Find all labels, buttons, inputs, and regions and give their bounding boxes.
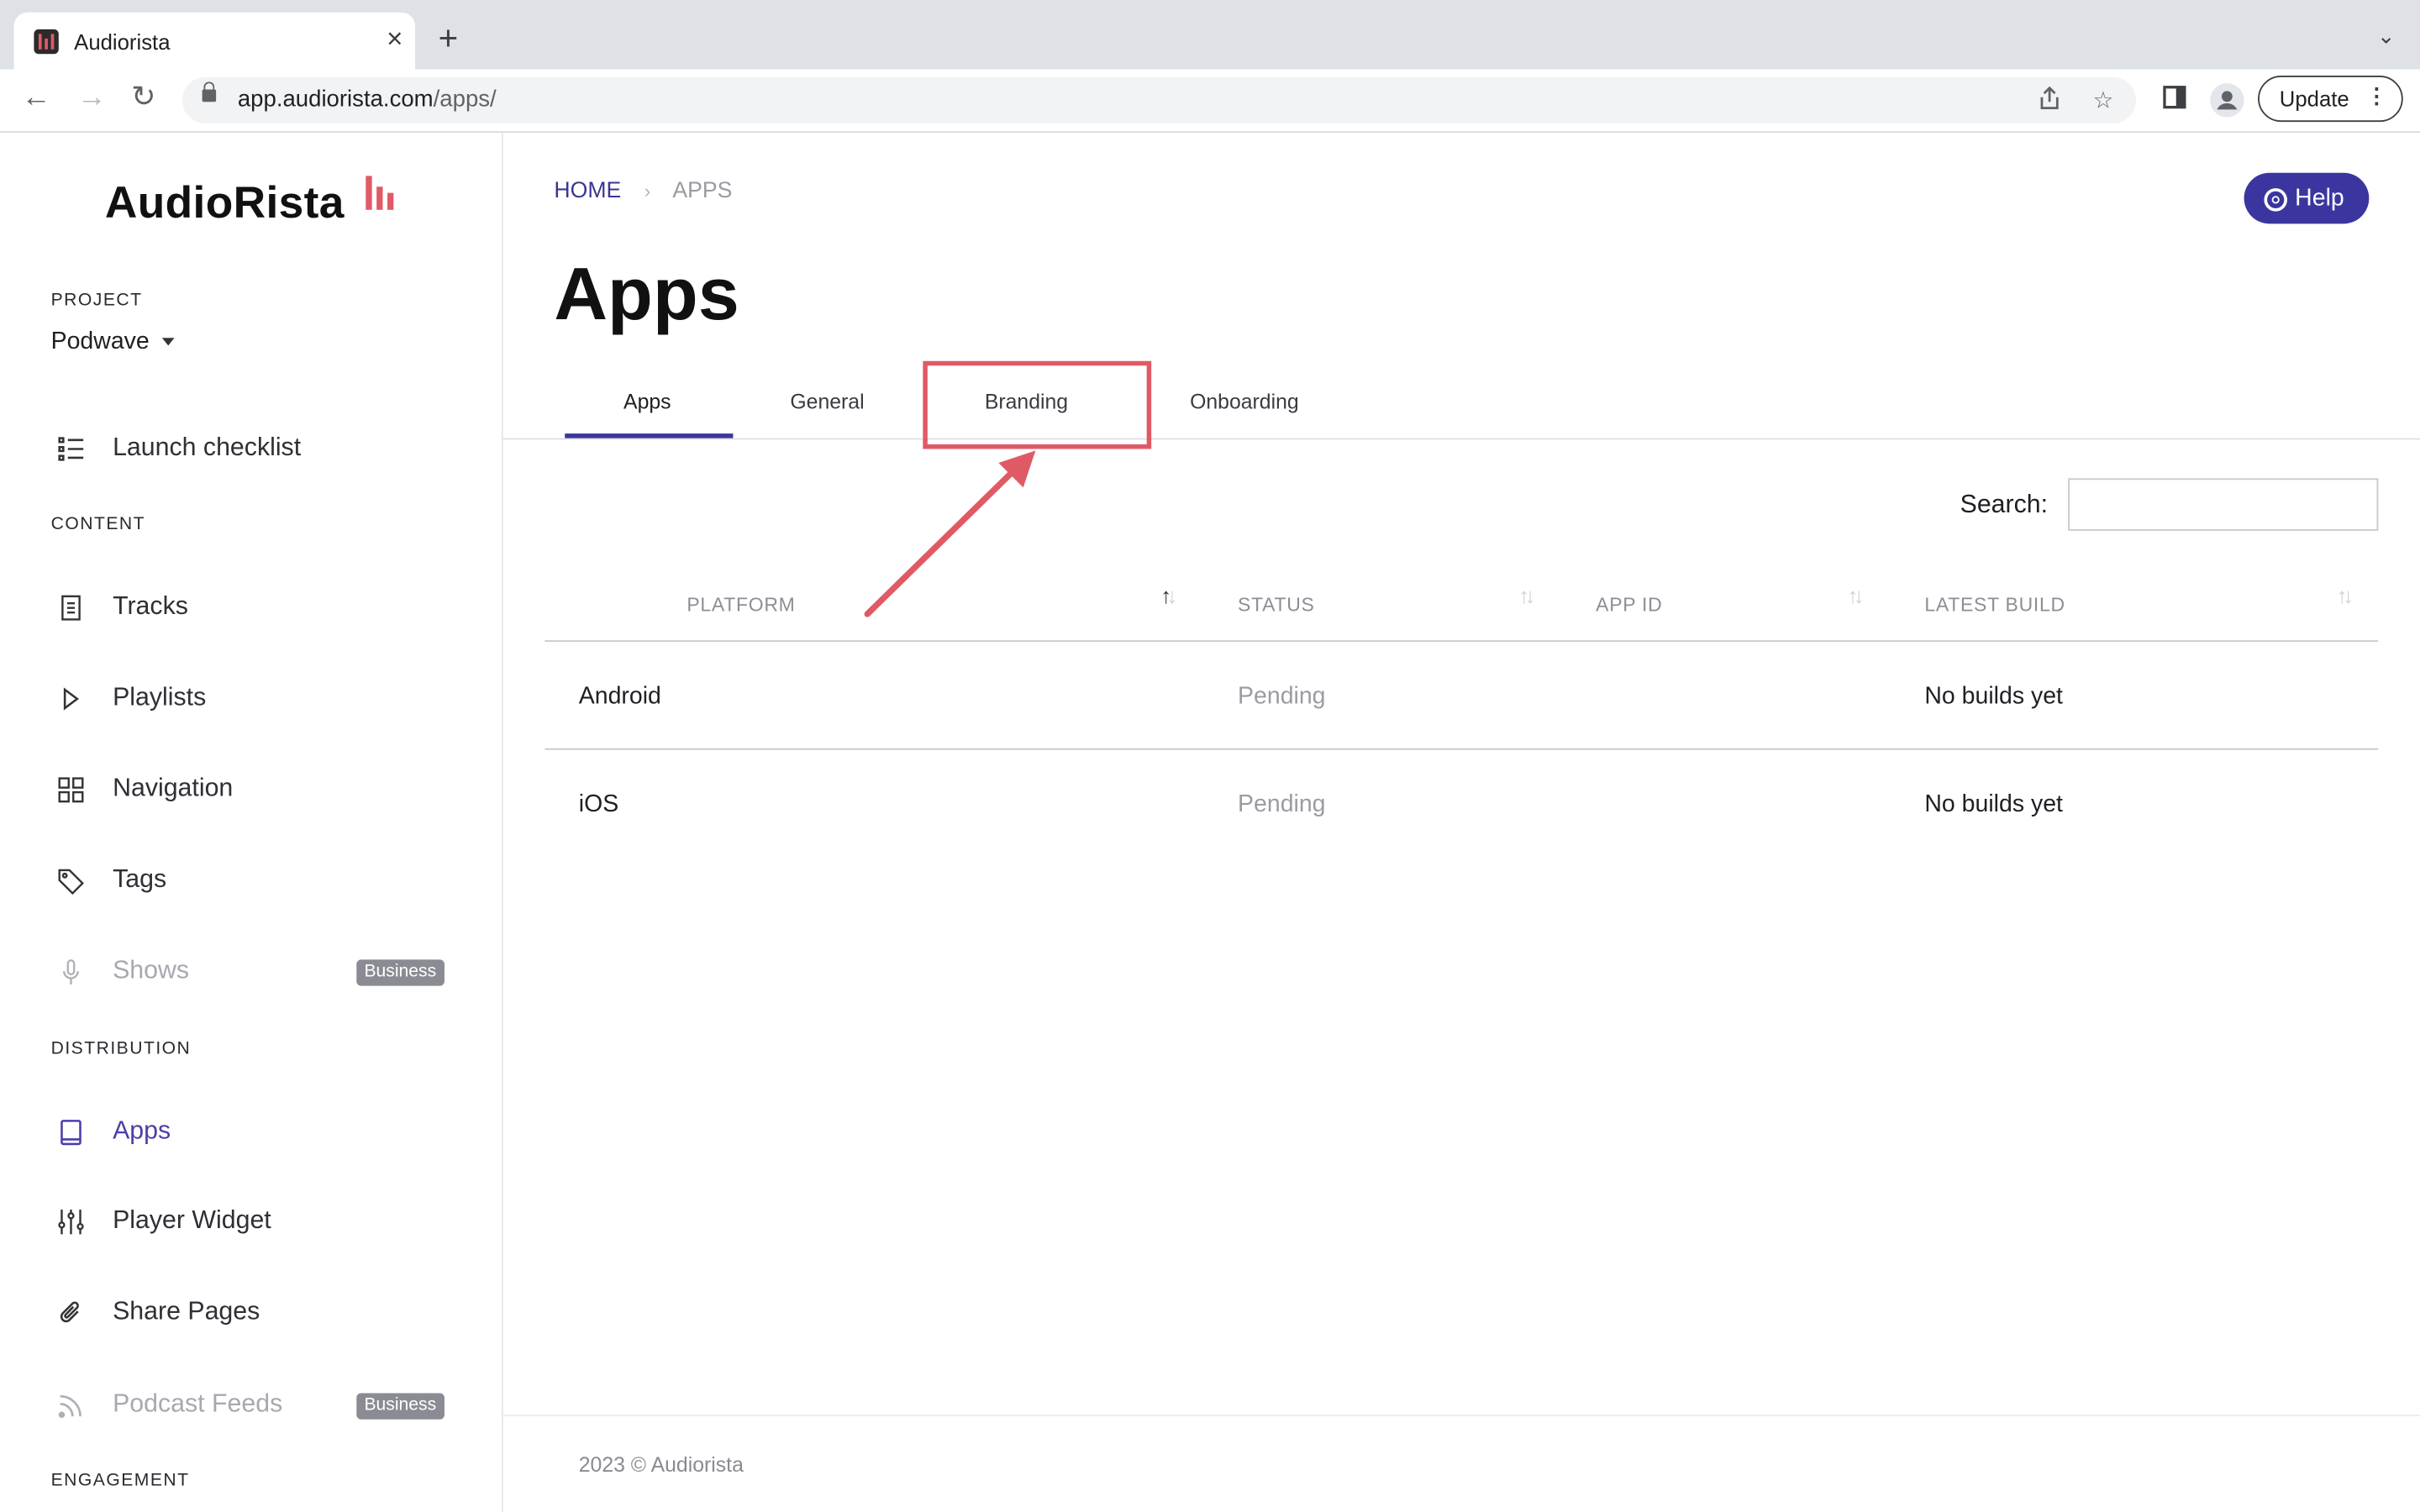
breadcrumb-home-link[interactable]: HOME xyxy=(554,179,621,203)
column-header-status[interactable]: STATUS xyxy=(1238,594,1315,616)
sidebar-item-player-widget[interactable]: Player Widget xyxy=(0,1191,502,1252)
breadcrumb-separator: › xyxy=(644,180,651,202)
help-button[interactable]: Help xyxy=(2244,172,2370,224)
business-badge: Business xyxy=(356,1393,445,1420)
search-input[interactable] xyxy=(2068,478,2379,531)
sidebar-item-podcast-feeds[interactable]: Podcast Feeds Business xyxy=(0,1374,502,1436)
tab-bar: Apps General Branding Onboarding xyxy=(502,370,2420,440)
cell-latest-build: No builds yet xyxy=(1924,791,2063,818)
tab-search-chevron-icon[interactable]: ⌄ xyxy=(2377,24,2396,50)
rss-icon xyxy=(57,1392,85,1420)
update-button[interactable]: Update ⋮ xyxy=(2258,75,2403,123)
footer: 2023 © Audiorista xyxy=(502,1415,2420,1512)
distribution-section-label: DISTRIBUTION xyxy=(50,1039,192,1058)
new-tab-icon[interactable]: + xyxy=(439,21,459,55)
checklist-icon xyxy=(57,435,85,463)
sidebar-item-share-pages[interactable]: Share Pages xyxy=(0,1282,502,1343)
lock-icon xyxy=(202,81,217,102)
lifebuoy-icon xyxy=(2264,188,2287,212)
close-tab-icon[interactable]: × xyxy=(387,24,402,52)
cell-latest-build: No builds yet xyxy=(1924,683,2063,710)
cell-status: Pending xyxy=(1238,791,1326,818)
kebab-menu-icon[interactable]: ⋮ xyxy=(2366,83,2388,108)
footer-copyright: 2023 © Audiorista xyxy=(578,1453,744,1477)
sort-icon[interactable]: ↑↓ xyxy=(1518,583,1535,607)
browser-tab-title: Audiorista xyxy=(74,29,171,55)
microphone-icon xyxy=(57,958,85,986)
sidebar-item-navigation[interactable]: Navigation xyxy=(0,759,502,821)
sidebar-item-shows[interactable]: Shows Business xyxy=(0,941,502,1002)
tablet-icon xyxy=(57,1119,85,1147)
project-selector[interactable]: Podwave xyxy=(51,328,175,356)
tab-general[interactable]: General xyxy=(790,391,864,414)
side-panel-icon[interactable] xyxy=(2162,85,2186,118)
table-header: PLATFORM ↑↓ STATUS ↑↓ APP ID ↑↓ LATEST B… xyxy=(544,571,2379,643)
breadcrumb-current: APPS xyxy=(672,179,733,204)
breadcrumb: HOME › APPS xyxy=(554,179,732,203)
logo: AudioRista xyxy=(104,179,345,228)
sidebar-item-tracks[interactable]: Tracks xyxy=(0,577,502,638)
share-icon[interactable] xyxy=(2039,86,2060,118)
cell-platform: Android xyxy=(578,683,661,710)
sidebar: AudioRista PROJECT Podwave Launch checkl… xyxy=(0,132,503,1512)
document-icon xyxy=(57,594,85,622)
profile-avatar-icon[interactable] xyxy=(2210,83,2244,125)
table-row[interactable]: iOS Pending No builds yet xyxy=(544,750,2378,857)
sidebar-item-apps[interactable]: Apps xyxy=(0,1101,502,1163)
sort-icon[interactable]: ↑↓ xyxy=(1848,583,1865,607)
content-section-label: CONTENT xyxy=(50,515,145,534)
column-header-app-id[interactable]: APP ID xyxy=(1596,594,1662,616)
active-tab-indicator xyxy=(565,433,734,438)
reload-icon[interactable]: ↻ xyxy=(131,82,155,114)
sidebar-item-tags[interactable]: Tags xyxy=(0,850,502,911)
page-title: Apps xyxy=(554,255,739,337)
address-bar[interactable]: app.audiorista.com/apps/ ☆ xyxy=(182,76,2136,123)
grid-icon xyxy=(57,776,85,804)
play-icon xyxy=(57,685,85,712)
sort-icon[interactable]: ↑↓ xyxy=(2337,583,2354,607)
browser-tab-strip: Audiorista × + ⌄ xyxy=(0,0,2420,70)
bookmark-star-icon[interactable]: ☆ xyxy=(2093,87,2114,114)
sidebar-item-playlists[interactable]: Playlists xyxy=(0,668,502,729)
tab-onboarding[interactable]: Onboarding xyxy=(1190,391,1299,414)
cell-platform: iOS xyxy=(578,791,619,818)
engagement-section-label: ENGAGEMENT xyxy=(50,1472,190,1491)
url-text: app.audiorista.com/apps/ xyxy=(237,86,497,113)
tag-icon xyxy=(57,867,85,895)
browser-tab[interactable]: Audiorista × xyxy=(13,12,416,70)
sort-ascending-icon[interactable]: ↑↓ xyxy=(1160,583,1177,607)
tab-apps[interactable]: Apps xyxy=(623,391,671,414)
forward-icon[interactable]: → xyxy=(77,82,107,114)
sliders-icon xyxy=(57,1208,85,1236)
logo-bars-icon xyxy=(366,176,399,210)
project-section-label: PROJECT xyxy=(50,291,143,311)
cell-status: Pending xyxy=(1238,683,1326,710)
browser-toolbar: ← → ↻ app.audiorista.com/apps/ ☆ Update … xyxy=(0,69,2420,133)
table-row[interactable]: Android Pending No builds yet xyxy=(544,642,2379,750)
paperclip-icon xyxy=(57,1299,85,1327)
app-window: Audiorista × + ⌄ ← → ↻ app.audiorista.co… xyxy=(0,0,2420,1512)
sidebar-item-launch-checklist[interactable]: Launch checklist xyxy=(0,418,502,480)
column-header-latest-build[interactable]: LATEST BUILD xyxy=(1924,594,2065,616)
favicon-icon xyxy=(34,29,59,55)
back-icon[interactable]: ← xyxy=(22,82,51,114)
column-header-platform[interactable]: PLATFORM xyxy=(687,594,795,616)
business-badge: Business xyxy=(356,959,445,986)
search-label: Search: xyxy=(1960,491,2049,519)
caret-down-icon xyxy=(161,338,175,347)
